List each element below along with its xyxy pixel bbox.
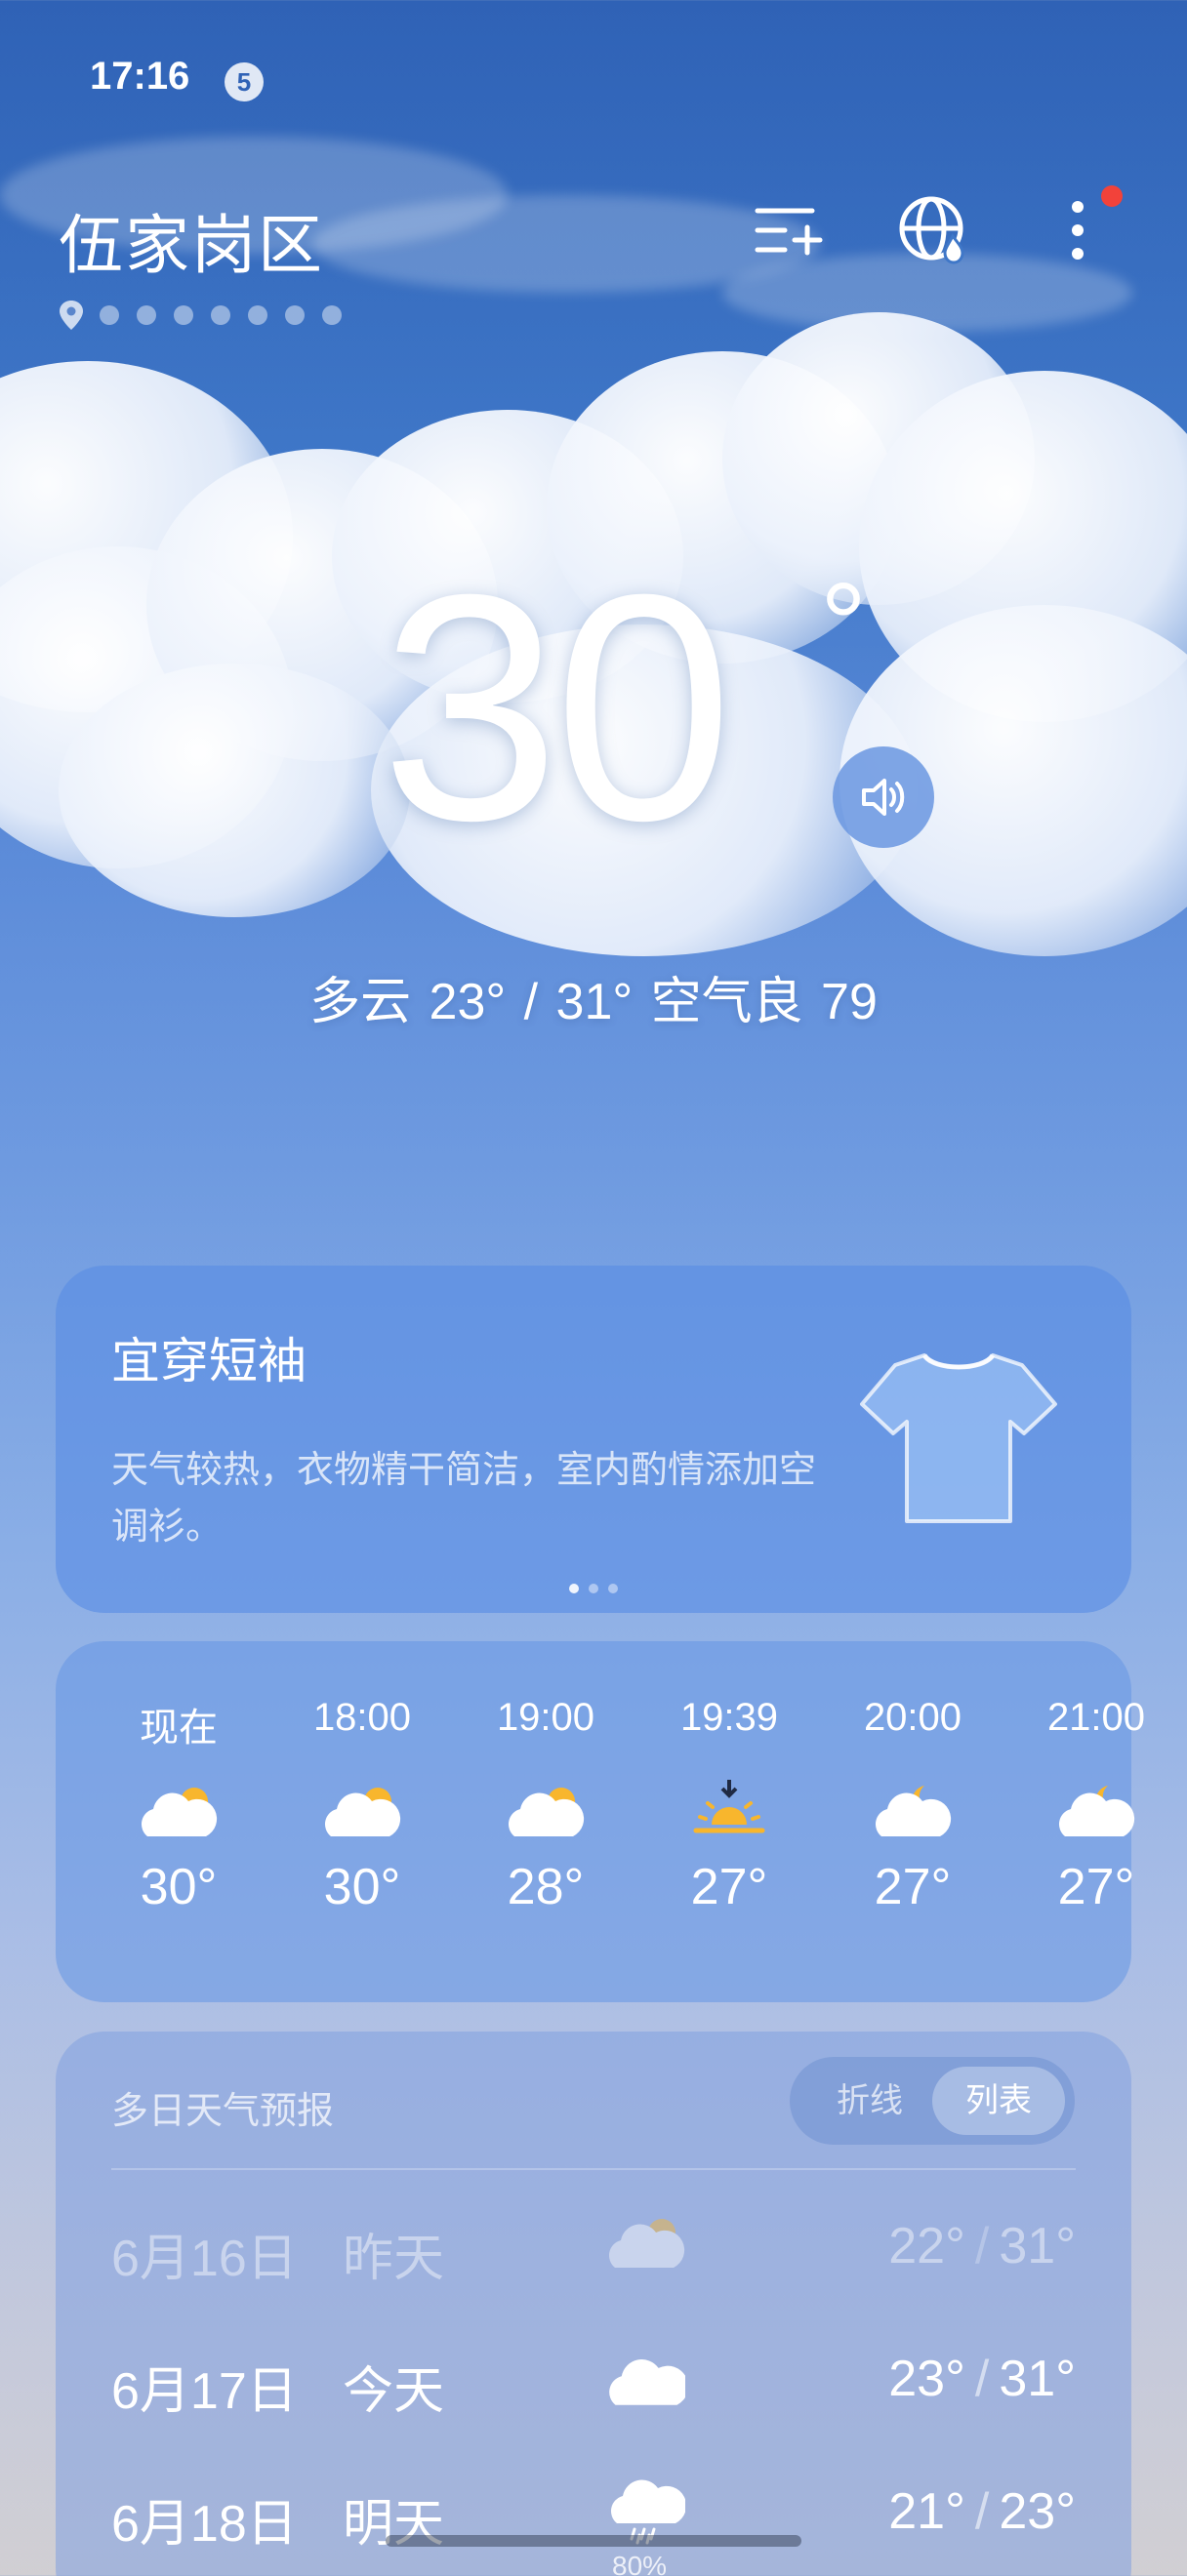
daily-row[interactable]: 6月18日 明天 21°/23° 80% — [56, 2453, 1131, 2576]
daily-date: 6月17日 — [111, 2363, 298, 2420]
hourly-time: 18:00 — [312, 1696, 412, 1739]
daily-row[interactable]: 6月16日 昨天 22°/31° — [56, 2188, 1131, 2305]
partly-cloudy-day-icon — [508, 1788, 585, 1836]
precipitation-chance: 80% — [612, 2551, 668, 2576]
sunset-icon — [693, 1780, 765, 1833]
hourly-time: 21:00 — [1046, 1696, 1146, 1739]
hourly-temp: 27° — [874, 1859, 952, 1915]
daily-low: 22° — [888, 2218, 965, 2274]
hourly-time: 20:00 — [863, 1696, 962, 1739]
partly-cloudy-day-icon — [324, 1788, 401, 1836]
daily-icon-wrap — [607, 2209, 685, 2279]
voice-broadcast-button[interactable] — [833, 746, 934, 848]
hourly-temp: 27° — [690, 1859, 768, 1915]
current-temperature: 30 — [381, 527, 733, 887]
hourly-temp: 28° — [507, 1859, 585, 1915]
hourly-temp: 30° — [323, 1859, 401, 1915]
notification-count-badge: 5 — [225, 62, 264, 101]
partly-cloudy-day-icon — [608, 2219, 685, 2268]
hourly-icon-wrap — [323, 1778, 401, 1846]
hourly-temp: 27° — [1057, 1859, 1135, 1915]
daily-high: 31° — [999, 2351, 1076, 2407]
daily-low: 21° — [888, 2483, 965, 2540]
page-dot — [285, 305, 305, 325]
update-dot — [1101, 185, 1123, 207]
clothing-description: 天气较热，衣物精干简洁，室内酌情添加空调衫。 — [111, 1448, 817, 1548]
view-toggle[interactable]: 折线 列表 — [790, 2057, 1075, 2145]
hourly-item: 19:39 27° — [641, 1641, 817, 2002]
daily-temp-range: 22°/31° — [888, 2218, 1076, 2274]
city-name[interactable]: 伍家岗区 — [59, 193, 324, 287]
hourly-item: 现在 30° — [91, 1641, 266, 2002]
hourly-icon-wrap — [1057, 1778, 1135, 1846]
hourly-item: 21:00 27° — [1008, 1641, 1184, 2002]
weather-summary: 多云 23° / 31° 空气良 79 — [309, 974, 878, 1030]
clothing-advice-card[interactable]: 宜穿短袖 天气较热，衣物精干简洁，室内酌情添加空调衫。 — [56, 1266, 1131, 1613]
daily-icon-wrap — [607, 2342, 689, 2412]
toggle-line-chart[interactable]: 折线 — [803, 2067, 936, 2135]
page-dot — [211, 305, 230, 325]
daily-forecast-card[interactable]: 多日天气预报 折线 列表 6月16日 昨天 22°/31° 6月17日 今天 23… — [56, 2032, 1131, 2576]
daily-high: 31° — [999, 2218, 1076, 2274]
daily-date: 6月16日 — [111, 2231, 298, 2287]
hourly-item: 20:00 27° — [825, 1641, 1001, 2002]
daily-high: 23° — [999, 2483, 1076, 2540]
hourly-time: 19:39 — [679, 1696, 779, 1739]
daily-temp-range: 21°/23° — [888, 2483, 1076, 2540]
daily-forecast-title: 多日天气预报 — [111, 2089, 335, 2132]
page-dot — [322, 305, 342, 325]
page-dot — [174, 305, 193, 325]
home-indicator[interactable] — [386, 2535, 801, 2547]
hourly-time: 现在 — [140, 1707, 218, 1750]
hourly-forecast-card[interactable]: 现在 30° 18:00 30° 19:00 28° 19:39 27° 20:00 2… — [56, 1641, 1145, 2002]
daily-temp-range: 23°/31° — [888, 2351, 1076, 2407]
hourly-icon-wrap — [507, 1778, 585, 1846]
daily-day-label: 今天 — [343, 2362, 445, 2421]
divider — [111, 2168, 1076, 2170]
daily-date: 6月18日 — [111, 2496, 298, 2553]
hourly-icon-wrap — [140, 1778, 218, 1846]
daily-low: 23° — [888, 2351, 965, 2407]
hourly-item: 19:00 28° — [458, 1641, 634, 2002]
partly-cloudy-night-icon — [875, 1786, 952, 1836]
hourly-temp: 30° — [140, 1859, 218, 1915]
speaker-icon — [862, 779, 905, 816]
page-dot — [100, 305, 119, 325]
hourly-icon-wrap — [874, 1778, 952, 1846]
degree-symbol: ° — [820, 559, 867, 690]
page-dot — [248, 305, 267, 325]
status-bar: 17:16 5 — [0, 0, 1187, 166]
city-page-indicator — [57, 299, 359, 332]
carousel-indicator — [56, 1584, 1131, 1593]
partly-cloudy-night-icon — [1058, 1786, 1135, 1836]
t-shirt-icon — [860, 1353, 1057, 1523]
hourly-item: 18:00 30° — [274, 1641, 450, 2002]
add-city-icon[interactable] — [750, 191, 828, 269]
hourly-icon-wrap — [690, 1778, 768, 1846]
location-pin-icon — [60, 301, 83, 330]
daily-day-label: 昨天 — [343, 2230, 445, 2288]
clothing-title: 宜穿短袖 — [111, 1333, 307, 1389]
toggle-list[interactable]: 列表 — [932, 2067, 1065, 2135]
cloudy-icon — [609, 2359, 689, 2405]
globe-weather-icon[interactable] — [896, 191, 974, 269]
partly-cloudy-day-icon — [141, 1788, 218, 1836]
hourly-time: 19:00 — [496, 1696, 595, 1739]
daily-row[interactable]: 6月17日 今天 23°/31° — [56, 2320, 1131, 2437]
page-dot — [137, 305, 156, 325]
status-time: 17:16 — [90, 55, 190, 98]
